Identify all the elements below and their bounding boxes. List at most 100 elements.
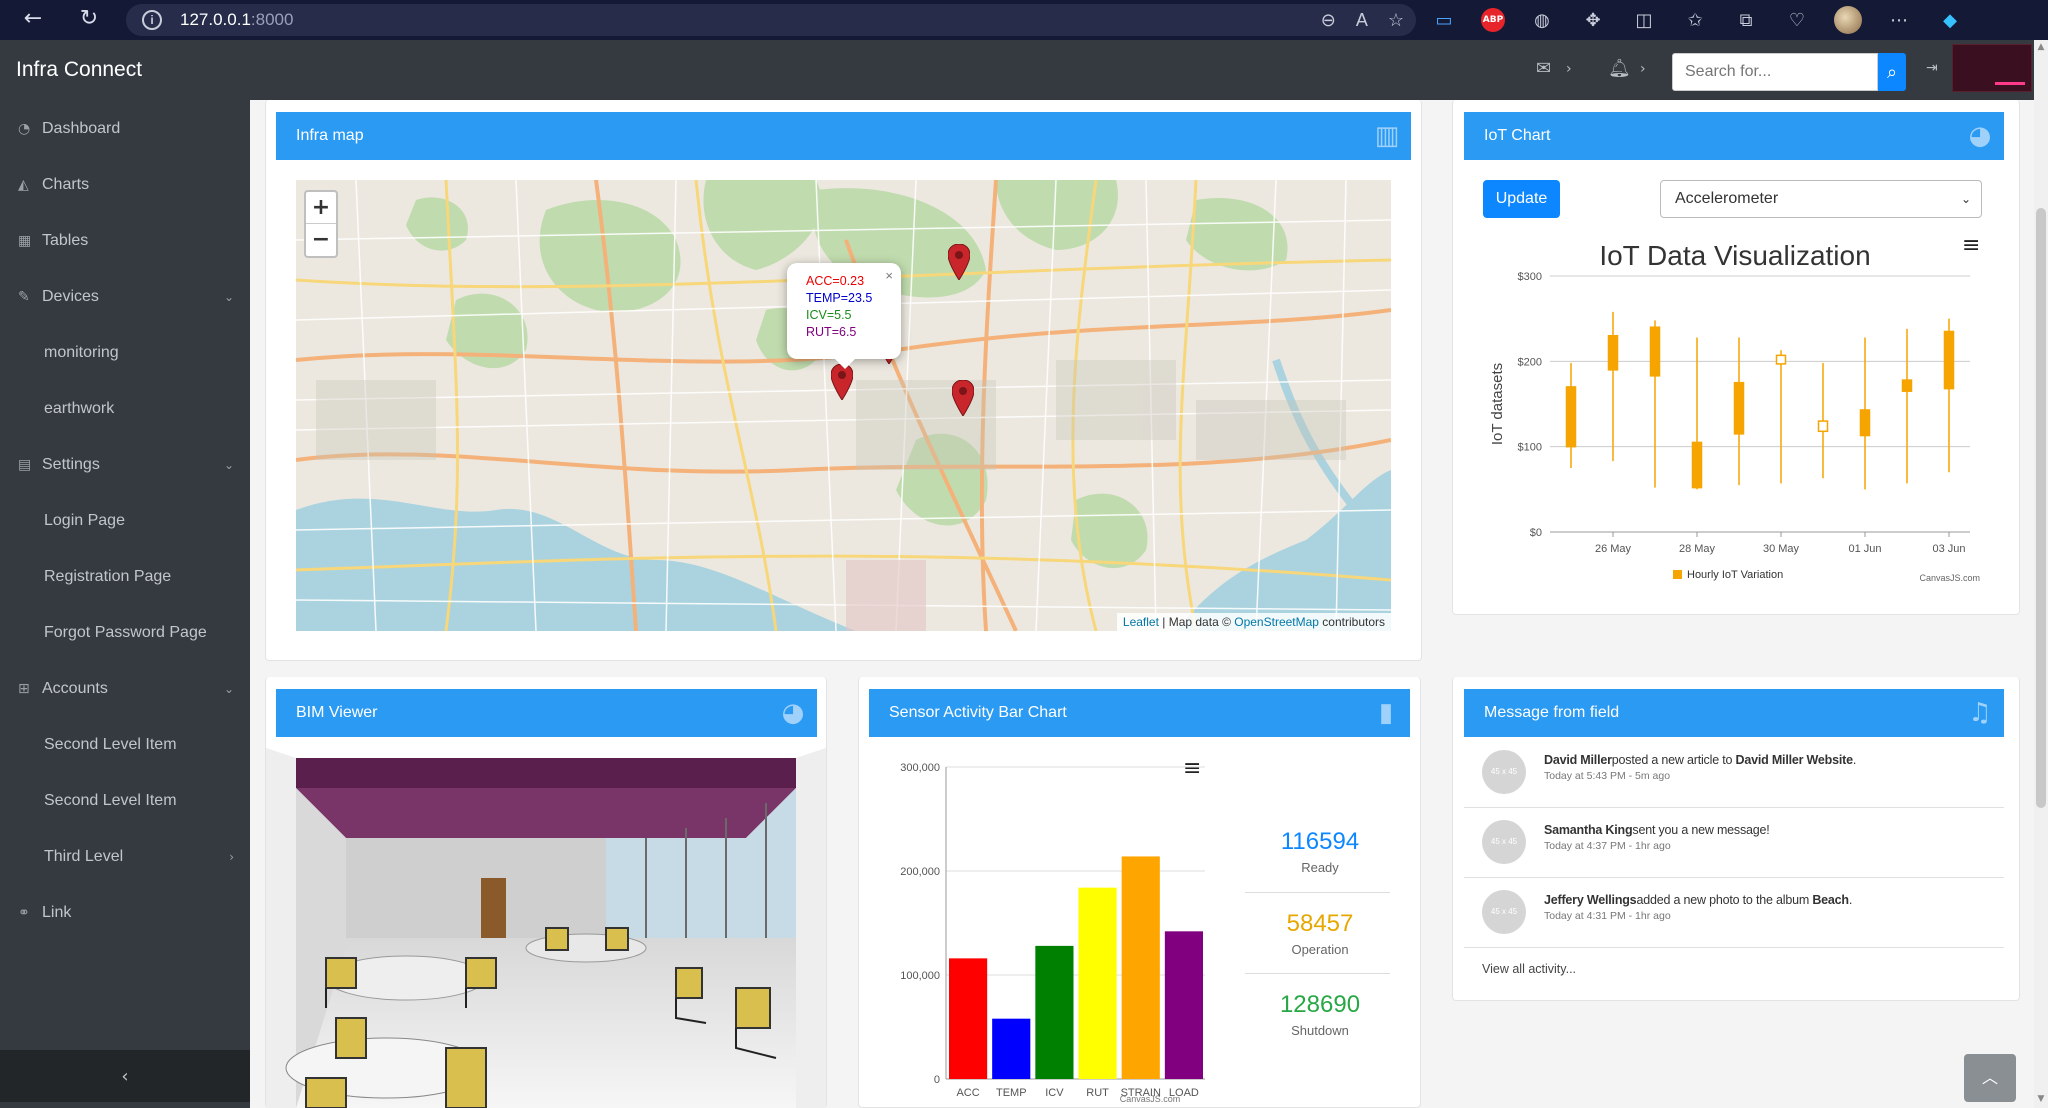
view-all-activity-link[interactable]: View all activity...: [1482, 962, 1576, 976]
sidebar-item-devices[interactable]: ✎ Devices ⌄: [0, 277, 250, 317]
zoom-icon[interactable]: ⊖: [1321, 10, 1336, 31]
message-item[interactable]: 45 x 45 David Millerposted a new article…: [1464, 738, 2004, 808]
sensor-select[interactable]: Accelerometer ⌄: [1660, 180, 1982, 218]
chevron-right-icon: ›: [229, 850, 234, 864]
update-button[interactable]: Update: [1483, 180, 1560, 218]
sidebar-toggle-button[interactable]: ‹: [0, 1050, 250, 1102]
sidebar-item-forgot-password-page[interactable]: Forgot Password Page: [0, 613, 250, 653]
zoom-in-button[interactable]: +: [306, 192, 336, 224]
iot-candlestick-chart: IoT Data Visualization ≡ $0 $100 $200 $300 IoT…: [1489, 233, 1980, 583]
search-button[interactable]: ⌕: [1878, 53, 1906, 91]
sidebar-item-tables[interactable]: ▦ Tables: [0, 221, 250, 261]
site-info-icon[interactable]: i: [142, 10, 162, 30]
search-input[interactable]: [1672, 53, 1878, 91]
sidebar-item-charts[interactable]: ◭ Charts: [0, 165, 250, 205]
cast-icon[interactable]: ▭: [1430, 6, 1458, 34]
candle-body: [1733, 381, 1745, 435]
message-item[interactable]: 45 x 45 Jeffery Wellingsadded a new phot…: [1464, 878, 2004, 948]
favorite-star-icon[interactable]: ☆: [1388, 10, 1404, 31]
osm-link[interactable]: OpenStreetMap: [1234, 615, 1319, 629]
sidebar-item-accounts[interactable]: ⊞ Accounts ⌄: [0, 669, 250, 709]
infra-map-header: Infra map ▥: [276, 112, 1411, 160]
chevron-left-icon: ‹: [121, 1065, 129, 1087]
map-icon: ▥: [1374, 121, 1400, 151]
extensions-icon[interactable]: ✥: [1579, 6, 1607, 34]
message-time: Today at 5:43 PM - 5m ago: [1544, 770, 1671, 782]
globe-icon[interactable]: ◍: [1528, 6, 1556, 34]
adblock-icon[interactable]: ABP: [1481, 8, 1505, 32]
map-marker[interactable]: [948, 244, 970, 280]
copilot-icon[interactable]: ◆: [1936, 6, 1964, 34]
profile-avatar[interactable]: [1834, 6, 1862, 34]
message-item[interactable]: 45 x 45 Samantha Kingsent you a new mess…: [1464, 808, 2004, 878]
reload-icon[interactable]: ↻: [74, 6, 104, 31]
leaflet-link[interactable]: Leaflet: [1123, 615, 1159, 629]
y-tick-label: $300: [1518, 271, 1542, 283]
x-tick-label: TEMP: [996, 1087, 1027, 1099]
envelope-icon[interactable]: ✉: [1536, 58, 1551, 79]
chart-credit: CanvasJS.com: [1120, 1094, 1181, 1102]
sidebar: ◔ Dashboard ◭ Charts ▦ Tables ✎ Devices ⌄ mon…: [0, 100, 250, 1108]
split-screen-icon[interactable]: ◫: [1630, 6, 1658, 34]
candle-body: [1943, 330, 1955, 390]
x-tick-label: 30 May: [1763, 543, 1800, 555]
sidebar-item-dashboard[interactable]: ◔ Dashboard: [0, 109, 250, 149]
y-tick-label: 0: [934, 1074, 940, 1086]
logout-icon[interactable]: ⇥: [1926, 60, 1938, 76]
avatar: 45 x 45: [1482, 890, 1526, 934]
sidebar-item-second-level-1[interactable]: Second Level Item: [0, 725, 250, 765]
stat-shutdown-value: 128690: [1279, 991, 1361, 1018]
collections-icon[interactable]: ⧉: [1732, 6, 1760, 34]
avatar: 45 x 45: [1482, 750, 1526, 794]
popup-temp: TEMP=23.5: [806, 291, 873, 305]
sidebar-item-earthwork[interactable]: earthwork: [0, 389, 250, 429]
sidebar-item-login-page[interactable]: Login Page: [0, 501, 250, 541]
scrollbar-thumb[interactable]: [2036, 208, 2046, 808]
stat-shutdown-label: Shutdown: [1291, 1023, 1349, 1038]
stat-ready-label: Ready: [1301, 860, 1339, 875]
zoom-out-button[interactable]: −: [306, 224, 336, 256]
scroll-down-arrow[interactable]: ▼: [2036, 1094, 2046, 1104]
sidebar-item-monitoring[interactable]: monitoring: [0, 333, 250, 373]
chevron-right-icon: ›: [1566, 61, 1572, 77]
chevron-down-icon: ⌄: [223, 682, 234, 696]
map-marker[interactable]: [831, 364, 853, 400]
search-form: ⌕: [1672, 53, 1906, 91]
sidebar-item-registration-page[interactable]: Registration Page: [0, 557, 250, 597]
brand-title[interactable]: Infra Connect: [16, 58, 142, 82]
pie-chart-icon: ◕: [1968, 121, 1992, 151]
chevron-right-icon: ›: [1640, 61, 1646, 77]
url-host: 127.0.0.1: [180, 10, 251, 29]
bim-3d-viewport[interactable]: [266, 748, 826, 1108]
favorites-icon[interactable]: ✩: [1681, 6, 1709, 34]
scroll-to-top-button[interactable]: ︿: [1964, 1054, 2016, 1102]
sidebar-item-settings[interactable]: ▤ Settings ⌄: [0, 445, 250, 485]
candle-body: [1859, 409, 1871, 437]
chart-menu-icon: ≡: [1183, 756, 1201, 781]
more-menu-icon[interactable]: ⋯: [1885, 6, 1913, 34]
map-marker[interactable]: [952, 380, 974, 416]
sidebar-item-third-level[interactable]: Third Level ›: [0, 837, 250, 877]
file-icon: ▤: [18, 457, 32, 473]
avatar: 45 x 45: [1482, 820, 1526, 864]
search-icon: ⌕: [1886, 61, 1898, 82]
chart-credit: CanvasJS.com: [1919, 573, 1980, 583]
bim-viewer-title: BIM Viewer: [296, 704, 378, 721]
x-tick-label: ACC: [956, 1087, 979, 1099]
sidebar-item-second-level-2[interactable]: Second Level Item: [0, 781, 250, 821]
scroll-up-arrow[interactable]: ▲: [2036, 42, 2046, 52]
read-aloud-icon[interactable]: A: [1356, 10, 1368, 31]
candle-body: [1817, 420, 1829, 433]
sidebar-item-link[interactable]: ⚭ Link: [0, 893, 250, 933]
address-bar[interactable]: i 127.0.0.1:8000 ⊖ A ☆: [126, 4, 1416, 36]
y-tick-label: $100: [1518, 442, 1542, 454]
infra-map[interactable]: + − × ACC=0.23 TEMP=23.5 ICV=5.5 RUT=6.5…: [296, 180, 1391, 631]
performance-icon[interactable]: ♡: [1783, 6, 1811, 34]
back-arrow-icon[interactable]: ←: [18, 6, 48, 31]
app-header: Infra Connect ✉ › 🔔︎ › ⌕ ⇥: [0, 40, 2034, 100]
bell-icon[interactable]: 🔔︎: [1608, 58, 1631, 79]
bar: [1078, 887, 1117, 1079]
candle-body: [1565, 386, 1577, 448]
close-icon[interactable]: ×: [885, 267, 893, 284]
candle-body: [1607, 334, 1619, 371]
